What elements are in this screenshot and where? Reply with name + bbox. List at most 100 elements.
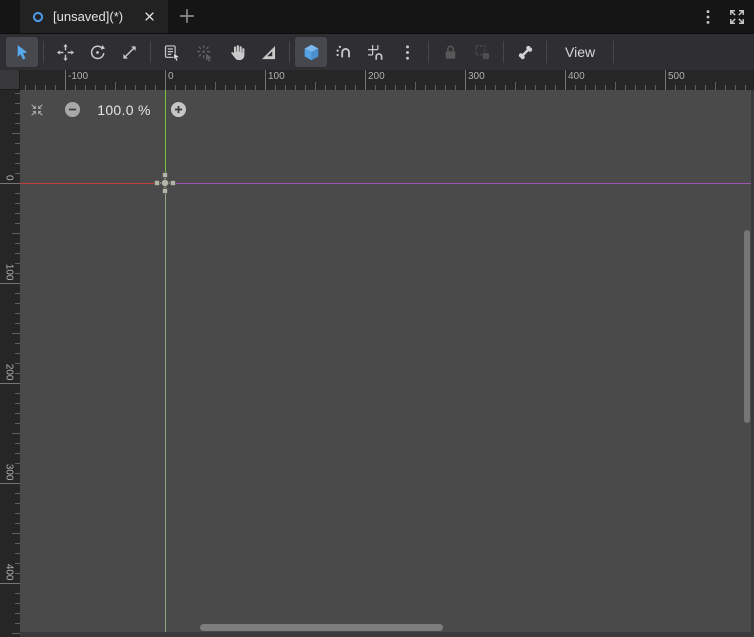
ruler-tick bbox=[0, 283, 20, 284]
new-tab-button[interactable] bbox=[176, 5, 198, 27]
scale-mode-button[interactable] bbox=[113, 37, 145, 67]
view-menu-button[interactable]: View bbox=[552, 37, 608, 67]
kebab-icon bbox=[397, 42, 418, 63]
vertical-scrollbar[interactable] bbox=[744, 230, 750, 423]
scene-tab-label: [unsaved](*) bbox=[53, 9, 124, 24]
ruler-tick bbox=[0, 183, 20, 184]
ruler-tick bbox=[12, 333, 20, 334]
ruler-tick bbox=[215, 82, 216, 90]
ruler-tick bbox=[12, 433, 20, 434]
bone-icon bbox=[515, 42, 536, 63]
ruler-tick bbox=[12, 633, 20, 634]
rotation-pivot-button[interactable] bbox=[188, 37, 220, 67]
ruler-tick bbox=[465, 70, 466, 90]
ruler-tick bbox=[415, 82, 416, 90]
toolbar-separator bbox=[150, 41, 151, 63]
smart-snap-button[interactable] bbox=[327, 37, 359, 67]
canvas-bottom-edge bbox=[20, 632, 754, 637]
ruler-tick bbox=[165, 70, 166, 90]
select-list-button[interactable] bbox=[156, 37, 188, 67]
tab-menu-button[interactable] bbox=[698, 7, 718, 27]
ruler-tick bbox=[12, 533, 20, 534]
ruler-tick bbox=[715, 82, 716, 90]
zoom-out-button[interactable] bbox=[63, 100, 82, 119]
scene-tab-bar: [unsaved](*) bbox=[0, 0, 754, 34]
ruler-label: 200 bbox=[368, 71, 385, 82]
tab-close-button[interactable] bbox=[142, 9, 157, 24]
x-axis-line-negative bbox=[20, 182, 165, 184]
toolbar-separator bbox=[613, 41, 615, 63]
skeleton-options-button[interactable] bbox=[509, 37, 541, 67]
grid-snap-icon bbox=[365, 42, 386, 63]
ruler-tick bbox=[265, 70, 266, 90]
ruler-icon bbox=[258, 42, 279, 63]
ruler-tick bbox=[515, 82, 516, 90]
ruler-tick bbox=[665, 70, 666, 90]
lock-button[interactable] bbox=[434, 37, 466, 67]
app-window: [unsaved](*) View -100 0 100 200 300 400 500 0… bbox=[0, 0, 754, 637]
node-circle-icon bbox=[31, 10, 45, 24]
ruler-tick bbox=[315, 82, 316, 90]
pan-mode-button[interactable] bbox=[220, 37, 252, 67]
grid-snap-button[interactable] bbox=[359, 37, 391, 67]
ruler-label: 0 bbox=[3, 174, 15, 181]
toolbar-separator bbox=[43, 41, 44, 63]
plus-icon bbox=[176, 5, 198, 27]
center-view-button[interactable] bbox=[29, 102, 45, 118]
y-axis-line-below-origin bbox=[164, 184, 166, 637]
select-mode-button[interactable] bbox=[6, 37, 38, 67]
snap-toggle-button[interactable] bbox=[295, 37, 327, 67]
ruler-tick bbox=[0, 583, 20, 584]
origin-gizmo[interactable] bbox=[151, 169, 179, 197]
ruler-tick bbox=[0, 483, 20, 484]
toolbar-separator bbox=[289, 41, 290, 63]
select-icon bbox=[12, 42, 33, 63]
group-icon bbox=[472, 42, 493, 63]
ruler-corner bbox=[0, 70, 20, 90]
ruler-label: 300 bbox=[468, 71, 485, 82]
ruler-label: -100 bbox=[68, 71, 89, 82]
ruler-label: 500 bbox=[668, 71, 685, 82]
snap-options-button[interactable] bbox=[391, 37, 423, 67]
toolbar-separator bbox=[503, 41, 504, 63]
horizontal-ruler[interactable]: -100 0 100 200 300 400 500 bbox=[20, 70, 754, 90]
ruler-mode-button[interactable] bbox=[252, 37, 284, 67]
expand-icon bbox=[727, 7, 747, 27]
scale-icon bbox=[119, 42, 140, 63]
rotate-mode-button[interactable] bbox=[81, 37, 113, 67]
ruler-tick bbox=[365, 70, 366, 90]
zoom-value[interactable]: 100.0 % bbox=[86, 102, 162, 118]
ruler-label: 400 bbox=[3, 563, 15, 581]
ruler-tick bbox=[615, 82, 616, 90]
move-mode-button[interactable] bbox=[49, 37, 81, 67]
ruler-label: 100 bbox=[268, 71, 285, 82]
vertical-ruler[interactable]: 0 100 200 300 400 bbox=[0, 90, 20, 637]
ruler-tick bbox=[12, 233, 20, 234]
ruler-label: 100 bbox=[3, 263, 15, 281]
pivot-icon bbox=[194, 42, 215, 63]
pan-icon bbox=[226, 42, 247, 63]
zoom-in-button[interactable] bbox=[169, 100, 188, 119]
rotate-icon bbox=[87, 42, 108, 63]
snap-cube-icon bbox=[301, 42, 322, 63]
ruler-tick bbox=[0, 383, 20, 384]
viewport-top-edge-line bbox=[166, 182, 754, 184]
distraction-free-button[interactable] bbox=[727, 7, 747, 27]
kebab-icon bbox=[698, 7, 718, 27]
ruler-label: 300 bbox=[3, 463, 15, 481]
canvas-viewport[interactable]: 100.0 % bbox=[20, 90, 754, 637]
ruler-label: 200 bbox=[3, 363, 15, 381]
lock-icon bbox=[440, 42, 461, 63]
smart-snap-icon bbox=[333, 42, 354, 63]
scene-tab[interactable]: [unsaved](*) bbox=[20, 0, 168, 33]
ruler-tick bbox=[565, 70, 566, 90]
tab-bar-right-controls bbox=[698, 0, 754, 33]
horizontal-scrollbar[interactable] bbox=[200, 624, 443, 631]
toolbar-separator bbox=[428, 41, 429, 63]
ruler-tick bbox=[115, 82, 116, 90]
ruler-label: 400 bbox=[568, 71, 585, 82]
toolbar: View bbox=[0, 34, 754, 70]
ruler-tick bbox=[65, 70, 66, 90]
group-button[interactable] bbox=[466, 37, 498, 67]
ruler-tick bbox=[12, 133, 20, 134]
